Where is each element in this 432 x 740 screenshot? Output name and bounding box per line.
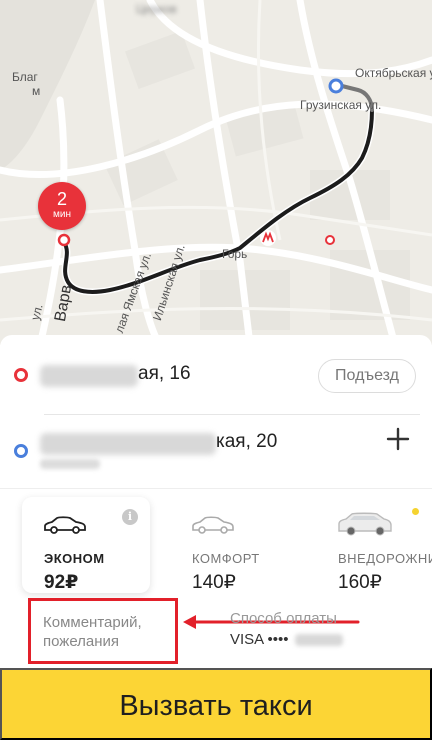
card-digits-redacted bbox=[294, 634, 343, 647]
tariff-new-indicator bbox=[412, 508, 419, 515]
tariff-price: 160₽ bbox=[338, 572, 382, 593]
comment-field[interactable]: Комментарий, пожелания bbox=[28, 598, 178, 664]
destination-address: кая, 20 bbox=[216, 431, 278, 452]
tariff-economy[interactable]: i ЭКОНОМ 92₽ bbox=[22, 497, 150, 593]
comment-label: Комментарий, bbox=[43, 614, 142, 631]
map-street-label: Благ bbox=[12, 70, 38, 84]
map-street-label: Горь bbox=[222, 247, 248, 261]
sedan-car-icon bbox=[192, 516, 234, 534]
tariff-price: 92₽ bbox=[44, 572, 79, 593]
destination-address-row[interactable]: кая, 20 + bbox=[0, 409, 432, 473]
map-street-label: Октябрьская ул. bbox=[355, 66, 432, 80]
map-view[interactable]: Октябрьская ул. Грузинская ул. Благ м ла… bbox=[0, 0, 432, 345]
card-number: VISA •••• bbox=[230, 631, 289, 648]
tariff-comfort[interactable]: КОМФОРТ 140₽ bbox=[170, 497, 298, 593]
suv-car-icon bbox=[338, 512, 392, 536]
tariff-price: 140₽ bbox=[192, 572, 236, 593]
order-taxi-button[interactable]: Вызвать такси bbox=[0, 668, 432, 740]
eta-value: 2 bbox=[56, 189, 67, 209]
tariff-name: ЭКОНОМ bbox=[44, 551, 105, 566]
map-street-label: м bbox=[32, 84, 41, 98]
eta-badge: 2 мин bbox=[38, 182, 86, 230]
map-street-label: Церков bbox=[136, 2, 177, 16]
tariff-name: ВНЕДОРОЖНИ bbox=[338, 551, 432, 566]
destination-marker bbox=[328, 78, 344, 94]
eta-unit: мин bbox=[53, 209, 71, 220]
comment-label: пожелания bbox=[43, 633, 120, 650]
destination-street-redacted bbox=[40, 433, 216, 455]
payment-value: VISA •••• bbox=[230, 631, 343, 648]
tariff-name: КОМФОРТ bbox=[192, 551, 260, 566]
pickup-address-row[interactable]: ая, 16 Подъезд bbox=[0, 343, 432, 407]
pickup-street-redacted bbox=[40, 365, 138, 387]
payment-label: Способ оплаты bbox=[230, 610, 337, 627]
destination-subtitle-redacted bbox=[40, 459, 100, 469]
add-stop-icon[interactable]: + bbox=[382, 423, 414, 455]
origin-marker bbox=[57, 233, 71, 247]
sedan-car-icon bbox=[44, 516, 86, 534]
entrance-button[interactable]: Подъезд bbox=[318, 359, 416, 393]
pickup-address: ая, 16 bbox=[138, 363, 191, 384]
map-street-label: Грузинская ул. bbox=[300, 98, 382, 112]
destination-dot-icon bbox=[14, 444, 28, 458]
pickup-dot-icon bbox=[14, 368, 28, 382]
tariff-selector: i ЭКОНОМ 92₽ КОМФОРТ 140₽ ВНЕДОРОЖНИ 160… bbox=[0, 488, 432, 598]
tariff-info-icon[interactable]: i bbox=[122, 509, 138, 525]
